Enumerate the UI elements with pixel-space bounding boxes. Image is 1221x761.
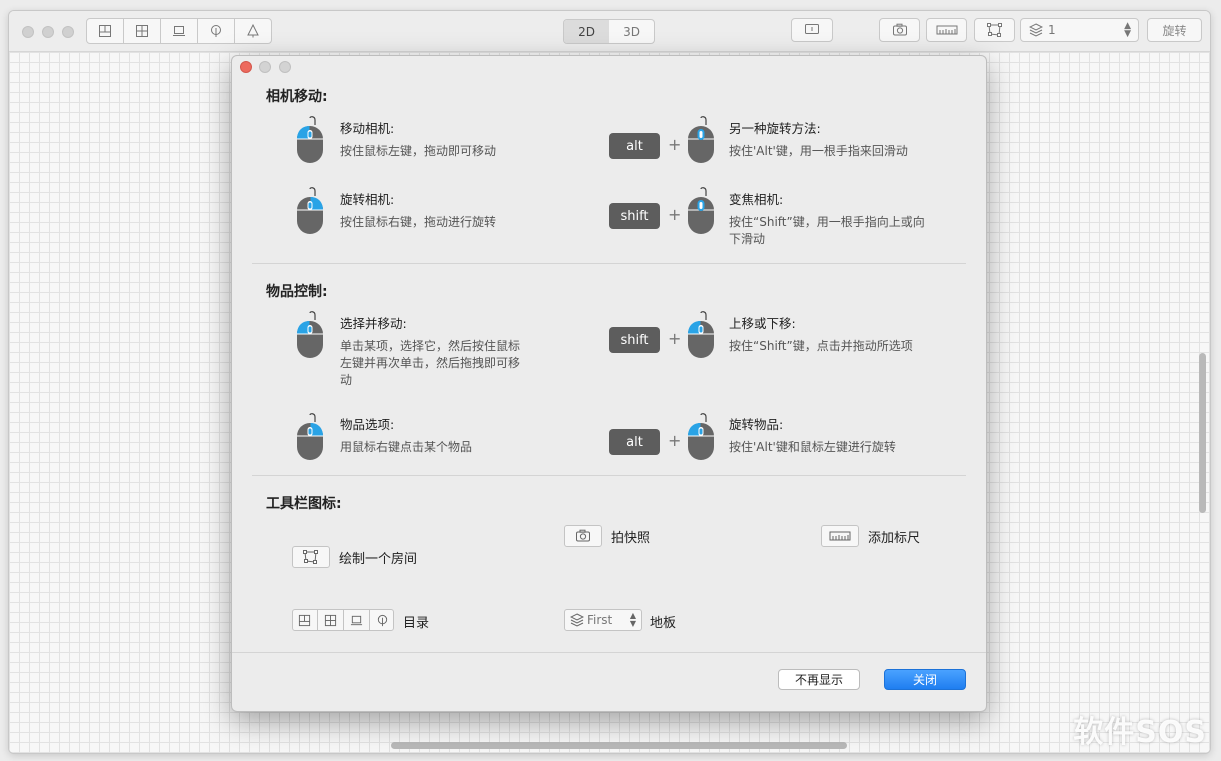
mouse-left-click-icon: [297, 116, 323, 163]
chevron-updown-icon: ▲ ▼: [629, 611, 636, 628]
plus-sign: +: [668, 431, 682, 450]
vertical-scrollbar[interactable]: [1199, 353, 1206, 513]
pine-tree-icon: [247, 24, 259, 38]
window-grid-icon: [136, 25, 148, 37]
mouse-right-click-icon: [297, 187, 323, 234]
info-button[interactable]: [791, 18, 833, 42]
window-grid-icon: [318, 610, 344, 630]
catalog-windows-button[interactable]: [124, 19, 161, 43]
dialog-close-dot[interactable]: [240, 61, 252, 73]
mouse-scroll-icon: [688, 187, 714, 234]
layers-icon: [1029, 23, 1043, 37]
chevron-updown-icon: ▲ ▼: [1124, 21, 1131, 39]
floor-selector-value: 1: [1048, 23, 1056, 37]
draw-room-button[interactable]: [974, 18, 1015, 42]
draw-room-icon: [303, 550, 318, 564]
section-divider: [252, 263, 966, 264]
catalog-furniture-button[interactable]: [161, 19, 198, 43]
shift-key: shift: [609, 203, 660, 229]
select-move-desc: 单击某项，选择它，然后按住鼠标左键并再次单击，然后拖拽即可移动: [340, 339, 521, 387]
floor-selector-sample: First ▲ ▼: [564, 609, 642, 631]
alt-key: alt: [609, 133, 660, 159]
object-options-desc: 用鼠标右键点击某个物品: [340, 440, 473, 454]
camera-icon: [892, 23, 907, 36]
ruler-icon-sample: [821, 525, 859, 547]
snapshot-label: 拍快照: [611, 531, 651, 546]
move-up-down-desc: 按住“Shift”键，点击并拖动所选项: [729, 339, 913, 353]
mouse-scroll-icon: [688, 116, 714, 163]
mouse-left-click-icon: [688, 413, 714, 460]
rotate-object-desc: 按住'Alt'键和鼠标左键进行旋转: [729, 440, 896, 454]
catalog-icon-sample: [292, 609, 394, 631]
help-dialog: 相机移动: 移动相机: 按住鼠标左键，拖动即可移动 alt + 另一种旋转方法:…: [231, 55, 987, 712]
catalog-outdoor-button[interactable]: [235, 19, 271, 43]
structure-icon: [292, 610, 318, 630]
alt-rotate-title: 另一种旋转方法:: [729, 121, 821, 136]
rotate-object-title: 旋转物品:: [729, 417, 784, 432]
select-move-title: 选择并移动:: [340, 316, 407, 331]
camera-section-title: 相机移动:: [266, 89, 328, 105]
snapshot-icon-sample: [564, 525, 602, 547]
watermark-logo: 软件SOS: [1073, 707, 1207, 751]
rotate-button[interactable]: 旋转: [1147, 18, 1202, 42]
plus-sign: +: [668, 135, 682, 154]
snapshot-button[interactable]: [879, 18, 920, 42]
dialog-footer-divider: [232, 652, 986, 653]
shift-key: shift: [609, 327, 660, 353]
floor-label: 地板: [650, 616, 677, 631]
camera-rotate-desc: 按住鼠标右键，拖动进行旋转: [340, 215, 497, 229]
alt-key: alt: [609, 429, 660, 455]
camera-move-desc: 按住鼠标左键，拖动即可移动: [340, 144, 497, 158]
zoom-camera-title: 变焦相机:: [729, 192, 784, 207]
move-up-down-title: 上移或下移:: [729, 316, 796, 331]
floor-sample-value: First: [587, 613, 613, 627]
section-divider: [252, 475, 966, 476]
furniture-icon: [173, 26, 185, 36]
ruler-button[interactable]: [926, 18, 967, 42]
catalog-plants-button[interactable]: [198, 19, 235, 43]
catalog-label: 目录: [403, 616, 430, 631]
mouse-left-click-icon: [688, 311, 714, 358]
watermark-text: 软件SOS: [1073, 715, 1207, 750]
tree-icon: [211, 25, 221, 37]
layers-icon: [570, 613, 584, 627]
floor-selector[interactable]: 1 ▲ ▼: [1020, 18, 1139, 42]
camera-move-title: 移动相机:: [340, 121, 395, 136]
view-3d-button[interactable]: 3D: [609, 20, 654, 43]
info-panel-icon: [805, 24, 819, 34]
ruler-icon: [936, 25, 957, 35]
window-zoom-button[interactable]: [62, 26, 74, 38]
mouse-left-click-icon: [297, 311, 323, 358]
draw-room-label: 绘制一个房间: [339, 552, 418, 567]
camera-icon: [576, 529, 590, 542]
draw-room-icon-sample: [292, 546, 330, 568]
object-options-title: 物品选项:: [340, 417, 395, 432]
alt-rotate-desc: 按住'Alt'键，用一根手指来回滑动: [729, 144, 908, 158]
mouse-right-click-icon: [297, 413, 323, 460]
horizontal-scrollbar[interactable]: [391, 742, 847, 749]
view-mode-toggle: 2D 3D: [563, 19, 655, 44]
furniture-icon: [344, 610, 370, 630]
catalog-toolbar-group: [86, 18, 272, 44]
tree-icon: [370, 610, 395, 630]
dialog-minimize-dot: [259, 61, 271, 73]
main-toolbar: 2D 3D 1 ▲ ▼ 旋转: [9, 11, 1210, 52]
zoom-camera-desc: 按住“Shift”键，用一根手指向上或向下滑动: [729, 215, 925, 246]
dialog-zoom-dot: [279, 61, 291, 73]
plus-sign: +: [668, 205, 682, 224]
window-close-button[interactable]: [22, 26, 34, 38]
objects-section-title: 物品控制:: [266, 284, 328, 300]
window-minimize-button[interactable]: [42, 26, 54, 38]
ruler-icon: [829, 531, 851, 541]
camera-rotate-title: 旋转相机:: [340, 192, 395, 207]
plus-sign: +: [668, 329, 682, 348]
toolbar-icons-section-title: 工具栏图标:: [266, 496, 342, 512]
view-2d-button[interactable]: 2D: [564, 20, 609, 43]
add-ruler-label: 添加标尺: [868, 531, 921, 546]
close-button[interactable]: 关闭: [884, 669, 966, 690]
structure-icon: [99, 25, 111, 37]
draw-room-icon: [986, 23, 1002, 37]
catalog-structure-button[interactable]: [87, 19, 124, 43]
dont-show-again-button[interactable]: 不再显示: [778, 669, 860, 690]
